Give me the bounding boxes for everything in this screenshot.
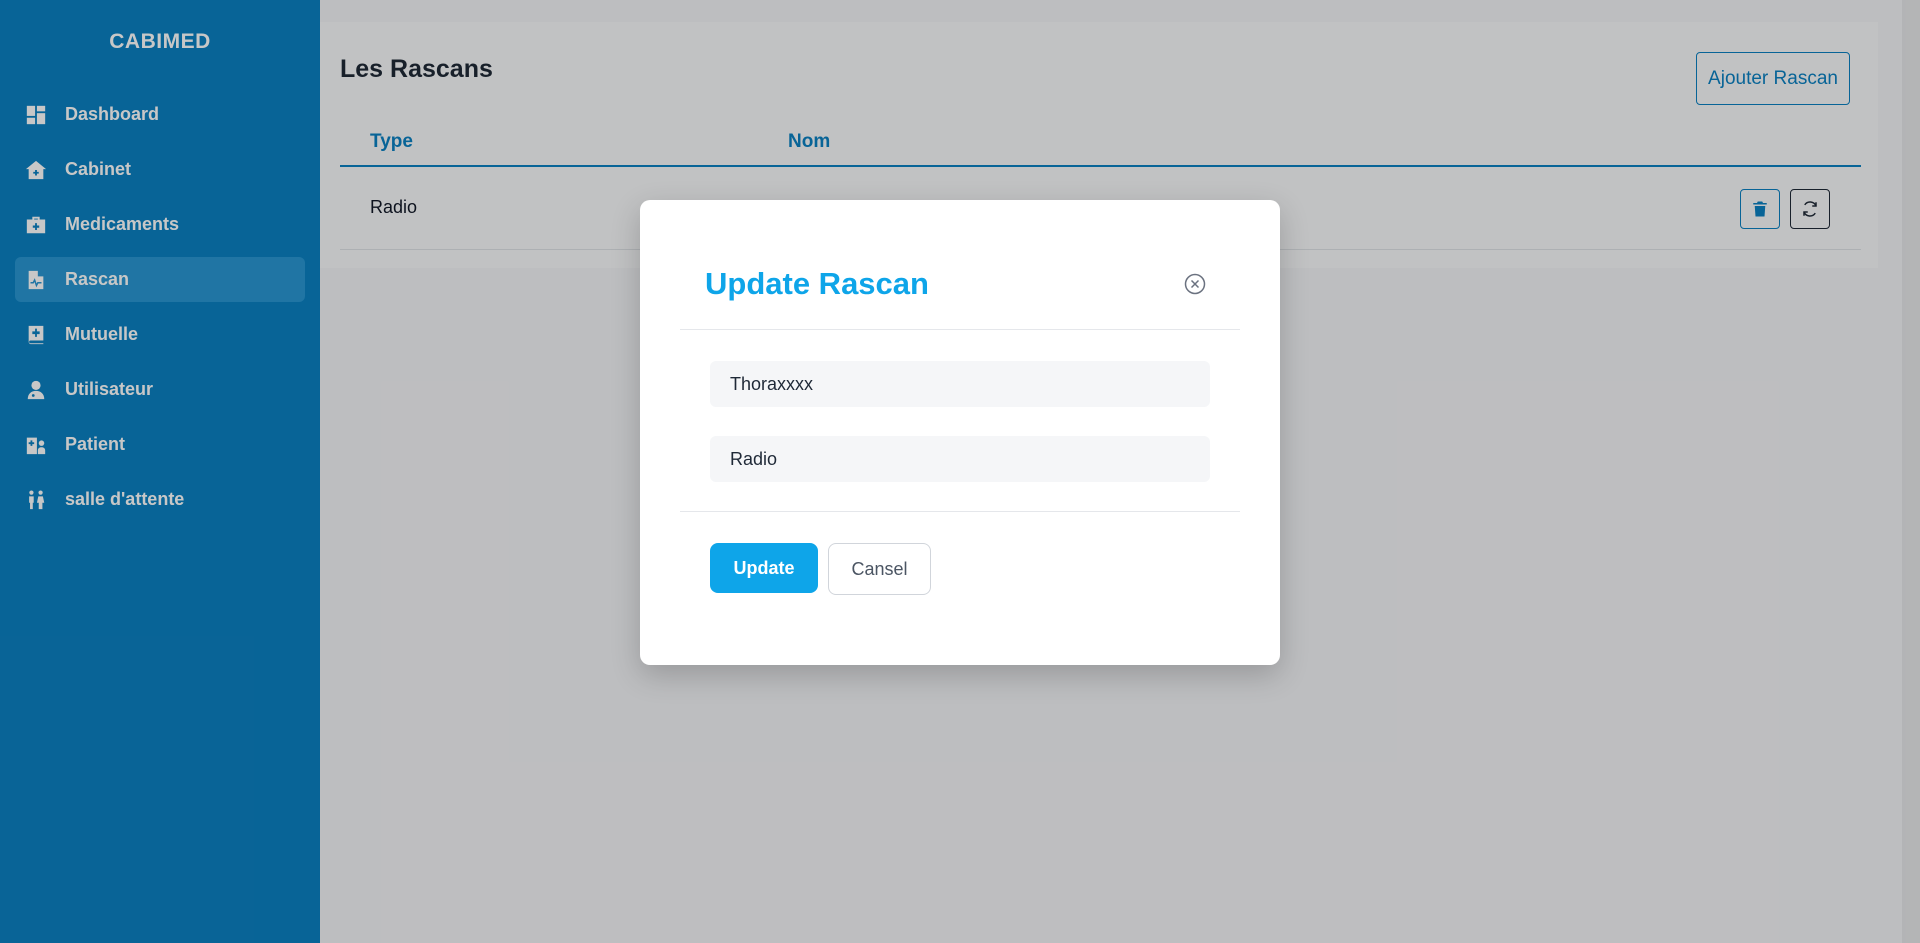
cancel-button[interactable]: Cansel: [828, 543, 931, 595]
update-button[interactable]: Update: [710, 543, 818, 593]
close-button[interactable]: [1183, 272, 1207, 296]
close-icon: [1184, 273, 1206, 295]
modal-divider: [680, 511, 1240, 512]
nom-input[interactable]: [710, 361, 1210, 407]
type-input[interactable]: [710, 436, 1210, 482]
modal-title: Update Rascan: [705, 266, 929, 301]
update-rascan-modal: Update Rascan Update Cansel: [640, 200, 1280, 665]
modal-divider: [680, 329, 1240, 330]
